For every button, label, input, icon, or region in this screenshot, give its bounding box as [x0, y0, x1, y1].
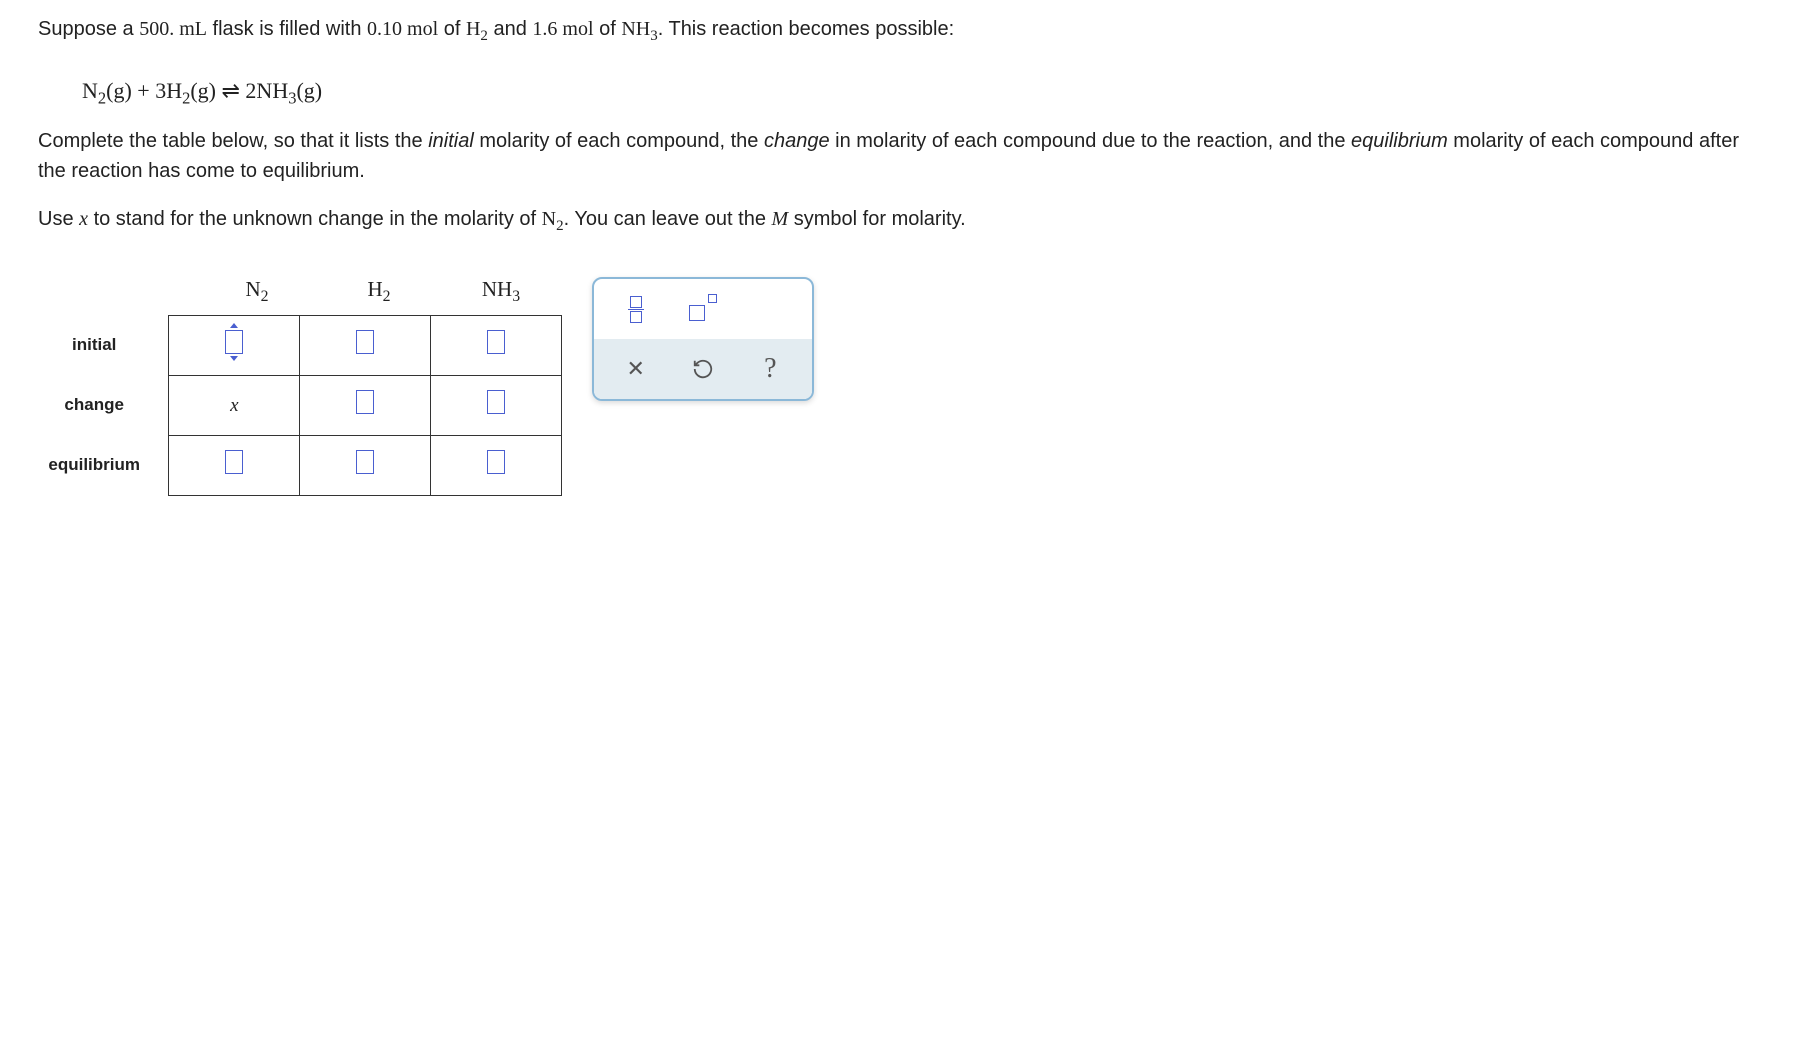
fraction-icon [628, 296, 644, 324]
cell-equilibrium-nh3[interactable] [431, 435, 562, 495]
ice-table: N2 H2 NH3 initial change x equilibrium [38, 277, 562, 495]
cell-initial-h2[interactable] [300, 315, 431, 375]
table-row-equilibrium: equilibrium [38, 435, 562, 495]
cell-change-h2[interactable] [300, 375, 431, 435]
col-header-n2: N2 [196, 277, 318, 314]
superscript-tool-button[interactable] [675, 287, 730, 331]
cell-change-n2[interactable]: x [169, 375, 300, 435]
col-header-h2: H2 [318, 277, 440, 314]
problem-paragraph-2: Complete the table below, so that it lis… [38, 126, 1756, 186]
row-label-equilibrium: equilibrium [38, 435, 169, 495]
cell-initial-nh3[interactable] [431, 315, 562, 375]
tool-panel: ✕ ? [592, 277, 814, 401]
table-row-initial: initial [38, 315, 562, 375]
cell-equilibrium-h2[interactable] [300, 435, 431, 495]
reaction-equation: N2(g) + 3H2(g) ⇌ 2NH3(g) [38, 66, 1756, 126]
help-icon: ? [764, 353, 776, 385]
row-label-initial: initial [38, 315, 169, 375]
x-icon: ✕ [626, 356, 644, 382]
row-label-change: change [38, 375, 169, 435]
reset-icon [692, 358, 714, 380]
clear-button[interactable]: ✕ [608, 347, 663, 391]
fraction-tool-button[interactable] [608, 287, 663, 331]
problem-paragraph-1: Suppose a 500. mL flask is filled with 0… [38, 14, 1756, 48]
cell-initial-n2[interactable] [169, 315, 300, 375]
problem-paragraph-3: Use x to stand for the unknown change in… [38, 204, 1756, 238]
reset-button[interactable] [675, 347, 730, 391]
col-header-nh3: NH3 [440, 277, 562, 314]
cell-equilibrium-n2[interactable] [169, 435, 300, 495]
superscript-icon [689, 297, 717, 321]
cell-change-nh3[interactable] [431, 375, 562, 435]
help-button[interactable]: ? [743, 347, 798, 391]
table-row-change: change x [38, 375, 562, 435]
